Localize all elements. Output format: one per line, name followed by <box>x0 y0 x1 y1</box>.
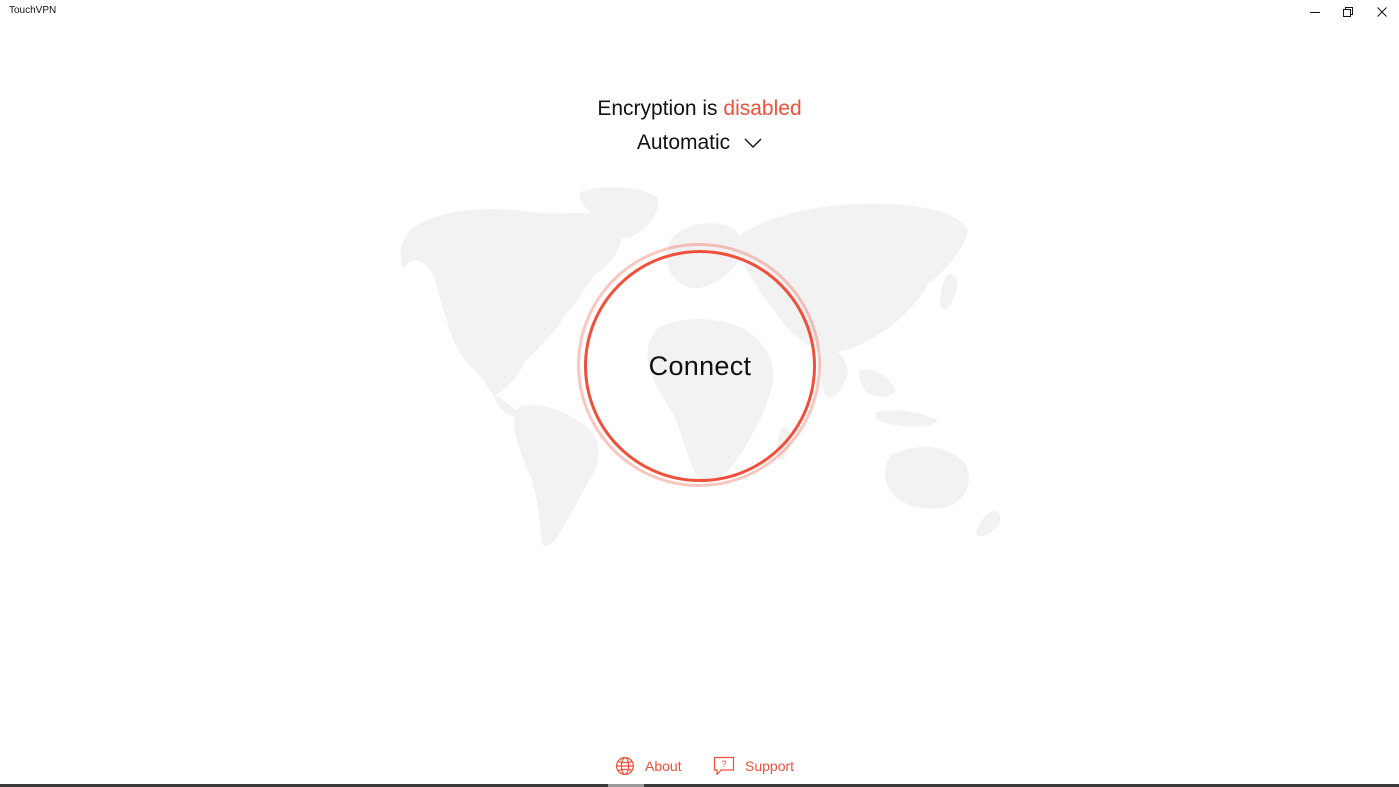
encryption-status-prefix: Encryption is <box>597 97 718 120</box>
chat-question-icon: ? <box>713 756 735 776</box>
footer: About ? Support <box>0 754 1399 778</box>
close-button[interactable] <box>1365 0 1399 24</box>
globe-icon <box>616 757 634 775</box>
encryption-status: Encryption is disabled <box>0 97 1399 121</box>
about-label: About <box>645 758 682 774</box>
location-dropdown[interactable]: Automatic <box>637 131 762 155</box>
minimize-icon <box>1310 12 1320 13</box>
app-title: TouchVPN <box>9 5 57 16</box>
chevron-down-icon <box>744 138 762 148</box>
location-selector: Automatic <box>0 131 1399 155</box>
restore-button[interactable] <box>1331 0 1365 24</box>
connect-button[interactable]: Connect <box>584 250 816 482</box>
location-selected: Automatic <box>636 131 731 154</box>
minimize-button[interactable] <box>1298 0 1332 24</box>
title-bar: TouchVPN <box>0 0 1399 24</box>
encryption-state: disabled <box>723 97 802 120</box>
support-label: Support <box>745 758 795 774</box>
restore-icon <box>1343 7 1353 17</box>
connect-label: Connect <box>648 350 752 381</box>
close-icon <box>1377 7 1387 17</box>
about-link[interactable]: About <box>615 754 682 778</box>
svg-text:?: ? <box>721 759 726 769</box>
support-link[interactable]: ? Support <box>713 754 794 778</box>
